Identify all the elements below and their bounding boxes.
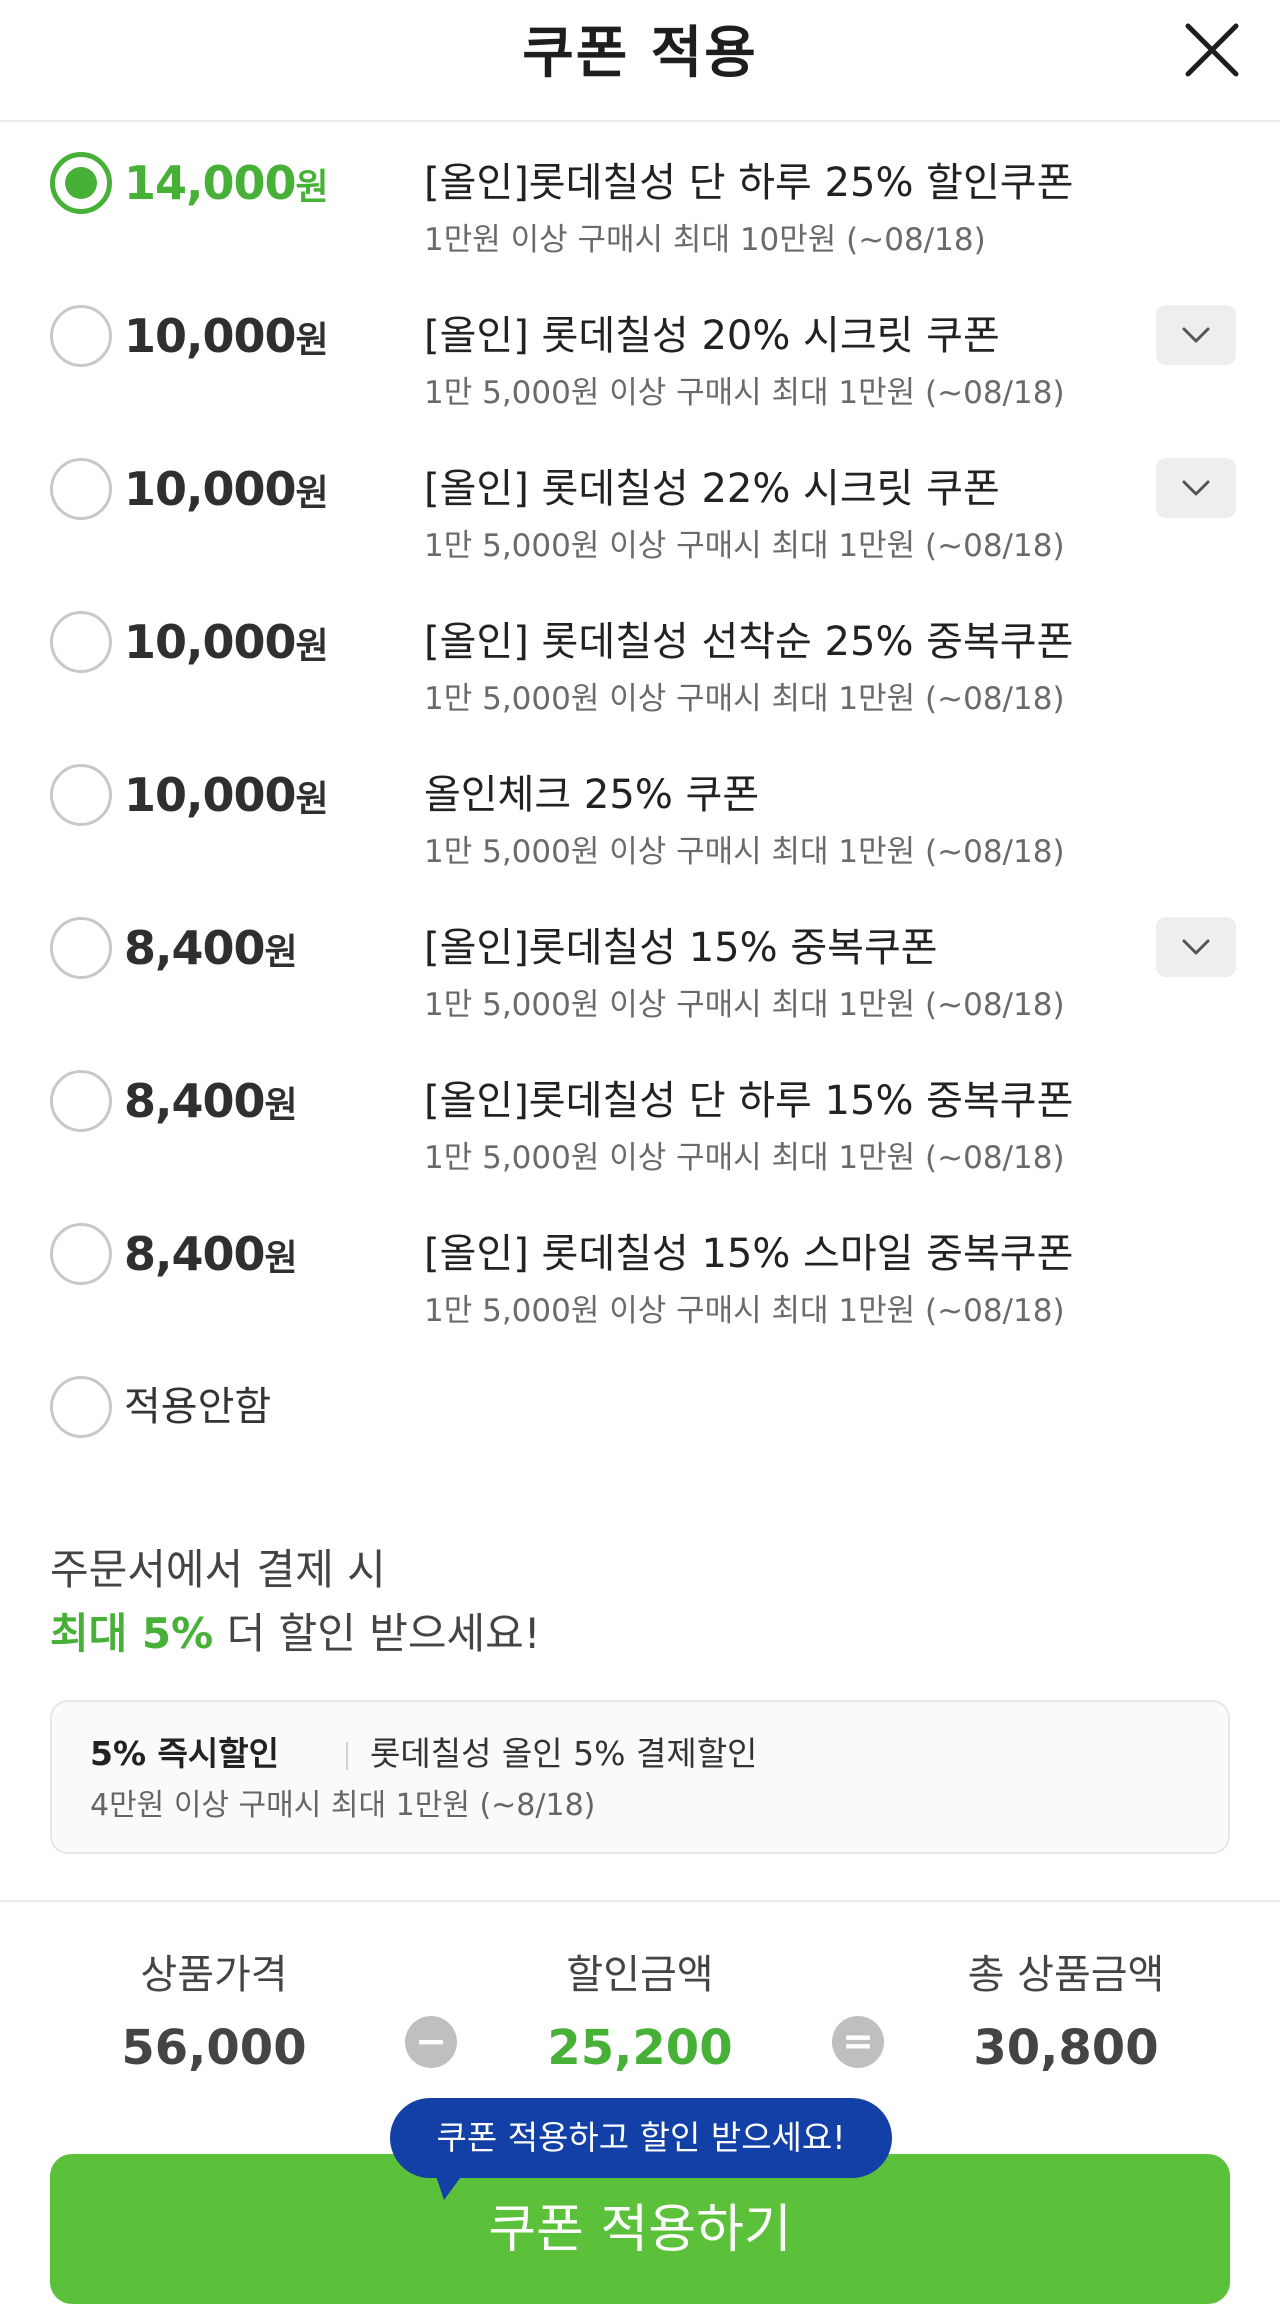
coupon-amount-unit: 원 [295, 626, 329, 667]
radio-button[interactable] [50, 1070, 112, 1132]
payment-discount-card: 5% 즉시할인 롯데칠성 올인 5% 결제할인 4만원 이상 구매시 최대 1만… [50, 1700, 1230, 1854]
chevron-down-icon [1182, 939, 1210, 955]
coupon-option[interactable]: 8,400원 [올인] 롯데칠성 15% 스마일 중복쿠폰 1만 5,000원 … [0, 1193, 1280, 1346]
coupon-amount-unit: 원 [295, 779, 329, 820]
product-price: 상품가격 56,000 [64, 1945, 364, 2083]
discount-amount: 할인금액 25,200 [490, 1945, 790, 2083]
product-price-value: 56,000 [121, 2020, 307, 2076]
coupon-amount-value: 10,000 [124, 462, 297, 516]
promo-highlight: 최대 5% [50, 1609, 214, 1658]
payment-discount-name: 롯데칠성 올인 5% 결제할인 [370, 1734, 758, 1773]
close-icon [1185, 23, 1239, 77]
no-coupon-option[interactable]: 적용안함 [0, 1346, 1280, 1499]
coupon-amount: 10,000원 [124, 611, 329, 678]
promo-line-2: 최대 5% 더 할인 받으세요! [50, 1602, 1230, 1666]
coupon-condition: 1만 5,000원 이상 구매시 최대 1만원 (~08/18) [424, 1293, 1065, 1329]
modal-header: 쿠폰 적용 [0, 0, 1280, 122]
payment-promo-text: 주문서에서 결제 시 최대 5% 더 할인 받으세요! [50, 1538, 1230, 1666]
coupon-name: [올인] 롯데칠성 선착순 25% 중복쿠폰 [424, 619, 1074, 665]
coupon-name: [올인]롯데칠성 단 하루 15% 중복쿠폰 [424, 1078, 1074, 1124]
coupon-name: [올인]롯데칠성 15% 중복쿠폰 [424, 925, 938, 971]
expand-button[interactable] [1156, 917, 1236, 977]
coupon-option[interactable]: 10,000원 [올인] 롯데칠성 선착순 25% 중복쿠폰 1만 5,000원… [0, 581, 1280, 734]
separator [346, 1742, 348, 1770]
coupon-amount: 10,000원 [124, 305, 329, 372]
radio-button[interactable] [50, 611, 112, 673]
promo-line-1: 주문서에서 결제 시 [50, 1545, 386, 1594]
coupon-amount: 10,000원 [124, 458, 329, 525]
payment-discount-tag: 5% 즉시할인 [90, 1734, 279, 1773]
coupon-amount-value: 8,400 [124, 1074, 266, 1128]
product-price-label: 상품가격 [140, 1952, 288, 1998]
chevron-down-icon [1182, 480, 1210, 496]
total-price-label: 총 상품금액 [967, 1952, 1165, 1998]
coupon-option[interactable]: 14,000원 [올인]롯데칠성 단 하루 25% 할인쿠폰 1만원 이상 구매… [0, 122, 1280, 275]
discount-amount-value: 25,200 [547, 2020, 733, 2076]
total-price: 총 상품금액 30,800 [916, 1945, 1216, 2083]
coupon-amount-value: 10,000 [124, 309, 297, 363]
coupon-list: 14,000원 [올인]롯데칠성 단 하루 25% 할인쿠폰 1만원 이상 구매… [0, 122, 1280, 1499]
coupon-condition: 1만 5,000원 이상 구매시 최대 1만원 (~08/18) [424, 1140, 1065, 1176]
radio-button[interactable] [50, 917, 112, 979]
radio-button[interactable] [50, 1376, 112, 1438]
coupon-condition: 1만원 이상 구매시 최대 10만원 (~08/18) [424, 222, 986, 258]
coupon-amount: 14,000원 [124, 152, 329, 219]
coupon-condition: 1만 5,000원 이상 구매시 최대 1만원 (~08/18) [424, 834, 1065, 870]
coupon-amount-unit: 원 [295, 473, 329, 514]
coupon-option[interactable]: 10,000원 [올인] 롯데칠성 20% 시크릿 쿠폰 1만 5,000원 이… [0, 275, 1280, 428]
coupon-condition: 1만 5,000원 이상 구매시 최대 1만원 (~08/18) [424, 987, 1065, 1023]
coupon-amount: 8,400원 [124, 1223, 298, 1290]
divider [0, 1900, 1280, 1902]
coupon-amount-unit: 원 [295, 320, 329, 361]
coupon-tooltip: 쿠폰 적용하고 할인 받으세요! [390, 2098, 892, 2200]
coupon-option[interactable]: 10,000원 올인체크 25% 쿠폰 1만 5,000원 이상 구매시 최대 … [0, 734, 1280, 887]
coupon-amount-unit: 원 [264, 932, 298, 973]
coupon-amount: 10,000원 [124, 764, 329, 831]
coupon-amount: 8,400원 [124, 917, 298, 984]
no-coupon-label: 적용안함 [124, 1384, 272, 1430]
coupon-amount-unit: 원 [264, 1238, 298, 1279]
coupon-name: [올인] 롯데칠성 20% 시크릿 쿠폰 [424, 313, 1000, 359]
price-summary: 상품가격 56,000 − 할인금액 25,200 = 총 상품금액 30,80… [0, 1945, 1280, 2095]
coupon-amount-value: 10,000 [124, 615, 297, 669]
coupon-amount: 8,400원 [124, 1070, 298, 1137]
expand-button[interactable] [1156, 305, 1236, 365]
coupon-name: [올인]롯데칠성 단 하루 25% 할인쿠폰 [424, 160, 1074, 206]
coupon-name: 올인체크 25% 쿠폰 [424, 772, 760, 818]
radio-button[interactable] [50, 305, 112, 367]
radio-button[interactable] [50, 458, 112, 520]
discount-amount-label: 할인금액 [566, 1952, 714, 1998]
coupon-option[interactable]: 8,400원 [올인]롯데칠성 단 하루 15% 중복쿠폰 1만 5,000원 … [0, 1040, 1280, 1193]
coupon-option[interactable]: 8,400원 [올인]롯데칠성 15% 중복쿠폰 1만 5,000원 이상 구매… [0, 887, 1280, 1040]
payment-discount-condition: 4만원 이상 구매시 최대 1만원 (~8/18) [90, 1788, 596, 1823]
tooltip-text: 쿠폰 적용하고 할인 받으세요! [436, 2118, 846, 2157]
coupon-amount-unit: 원 [264, 1085, 298, 1126]
coupon-option[interactable]: 10,000원 [올인] 롯데칠성 22% 시크릿 쿠폰 1만 5,000원 이… [0, 428, 1280, 581]
total-price-value: 30,800 [973, 2020, 1159, 2076]
coupon-amount-value: 8,400 [124, 921, 266, 975]
page-title: 쿠폰 적용 [522, 21, 758, 86]
coupon-amount-value: 14,000 [124, 156, 297, 210]
coupon-amount-value: 10,000 [124, 768, 297, 822]
coupon-name: [올인] 롯데칠성 22% 시크릿 쿠폰 [424, 466, 1000, 512]
coupon-condition: 1만 5,000원 이상 구매시 최대 1만원 (~08/18) [424, 375, 1065, 411]
apply-coupon-label: 쿠폰 적용하기 [488, 2200, 792, 2260]
coupon-name: [올인] 롯데칠성 15% 스마일 중복쿠폰 [424, 1231, 1074, 1277]
coupon-amount-unit: 원 [295, 167, 329, 208]
coupon-condition: 1만 5,000원 이상 구매시 최대 1만원 (~08/18) [424, 681, 1065, 717]
radio-button[interactable] [50, 764, 112, 826]
coupon-condition: 1만 5,000원 이상 구매시 최대 1만원 (~08/18) [424, 528, 1065, 564]
coupon-amount-value: 8,400 [124, 1227, 266, 1281]
equals-icon: = [832, 2016, 884, 2068]
expand-button[interactable] [1156, 458, 1236, 518]
promo-line-2-rest: 더 할인 받으세요! [213, 1609, 541, 1658]
minus-icon: − [405, 2016, 457, 2068]
close-button[interactable] [1180, 18, 1244, 82]
chevron-down-icon [1182, 327, 1210, 343]
radio-button[interactable] [50, 152, 112, 214]
radio-button[interactable] [50, 1223, 112, 1285]
